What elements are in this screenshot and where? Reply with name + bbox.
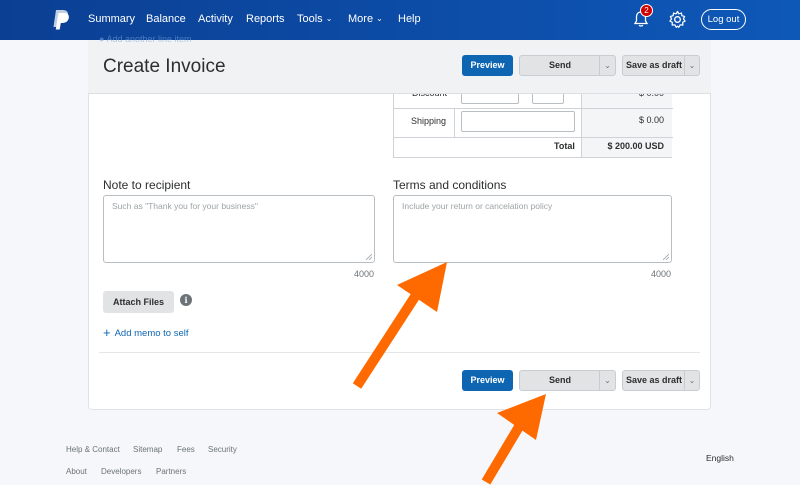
chevron-down-icon[interactable]: ⌄ bbox=[599, 371, 615, 390]
row-divider bbox=[582, 137, 673, 138]
language-selector[interactable]: English bbox=[706, 453, 734, 463]
footer-link-partners[interactable]: Partners bbox=[156, 467, 186, 476]
row-divider bbox=[394, 137, 581, 138]
add-line-item-link[interactable]: ● Add another line item bbox=[99, 34, 192, 44]
attach-files-button[interactable]: Attach Files bbox=[103, 291, 174, 313]
add-memo-link[interactable]: + Add memo to self bbox=[103, 325, 189, 340]
bottom-preview-button[interactable]: Preview bbox=[462, 370, 513, 391]
footer-link-about[interactable]: About bbox=[66, 467, 87, 476]
terms-placeholder: Include your return or cancelation polic… bbox=[402, 201, 553, 211]
nav-help[interactable]: Help bbox=[398, 13, 421, 25]
nav-activity[interactable]: Activity bbox=[198, 13, 233, 25]
bottom-save-draft-button[interactable]: Save as draft ⌄ bbox=[622, 370, 700, 391]
total-label: Total bbox=[554, 141, 575, 151]
chevron-down-icon[interactable]: ⌄ bbox=[599, 56, 615, 75]
nav-tools[interactable]: Tools ⌄ bbox=[297, 13, 332, 25]
save-draft-label: Save as draft bbox=[625, 60, 683, 70]
shipping-input[interactable] bbox=[461, 111, 575, 132]
nav-reports[interactable]: Reports bbox=[246, 13, 285, 25]
row-divider bbox=[394, 108, 581, 109]
note-placeholder: Such as "Thank you for your business" bbox=[112, 201, 258, 211]
footer-link-sitemap[interactable]: Sitemap bbox=[133, 445, 162, 454]
footer-link-help[interactable]: Help & Contact bbox=[66, 445, 120, 454]
preview-button[interactable]: Preview bbox=[462, 55, 513, 76]
totals-labels-column: Discount Shipping Total bbox=[394, 86, 581, 157]
send-button[interactable]: Send ⌄ bbox=[519, 55, 616, 76]
chevron-down-icon: ⌄ bbox=[325, 14, 333, 23]
notification-badge: 2 bbox=[640, 4, 653, 17]
nav-more-label: More bbox=[348, 13, 374, 25]
footer-link-fees[interactable]: Fees bbox=[177, 445, 195, 454]
gear-icon[interactable] bbox=[668, 10, 687, 29]
totals-values-column: $ 0.00 $ 0.00 $ 200.00 USD bbox=[581, 88, 673, 157]
bottom-save-draft-label: Save as draft bbox=[625, 375, 683, 385]
shipping-value: $ 0.00 bbox=[638, 115, 664, 125]
footer-link-developers[interactable]: Developers bbox=[101, 467, 141, 476]
send-button-label: Send bbox=[548, 60, 571, 70]
terms-textarea[interactable]: Include your return or cancelation polic… bbox=[393, 195, 672, 263]
page-title: Create Invoice bbox=[103, 56, 226, 77]
paypal-logo[interactable] bbox=[52, 9, 70, 31]
terms-label: Terms and conditions bbox=[393, 178, 507, 192]
resize-handle-icon[interactable] bbox=[663, 254, 669, 260]
nav-more[interactable]: More ⌄ bbox=[348, 13, 383, 25]
row-divider bbox=[582, 108, 673, 109]
nav-tools-label: Tools bbox=[297, 13, 323, 25]
nav-summary[interactable]: Summary bbox=[88, 13, 135, 25]
chevron-down-icon[interactable]: ⌄ bbox=[684, 56, 699, 75]
add-memo-label: Add memo to self bbox=[114, 328, 189, 339]
nav-balance[interactable]: Balance bbox=[146, 13, 186, 25]
logout-button[interactable]: Log out bbox=[701, 9, 746, 30]
terms-counter: 4000 bbox=[651, 269, 672, 279]
totals-table: Discount Shipping Total $ 0.00 $ 0.00 $ … bbox=[393, 86, 673, 158]
info-icon[interactable]: i bbox=[180, 294, 192, 306]
resize-handle-icon[interactable] bbox=[366, 254, 372, 260]
note-textarea[interactable]: Such as "Thank you for your business" bbox=[103, 195, 375, 263]
footer-link-security[interactable]: Security bbox=[208, 445, 237, 454]
shipping-label: Shipping bbox=[411, 116, 447, 126]
note-label: Note to recipient bbox=[103, 178, 191, 192]
column-divider bbox=[454, 108, 455, 138]
add-line-item-label: Add another line item bbox=[106, 34, 192, 44]
bottom-send-button[interactable]: Send ⌄ bbox=[519, 370, 616, 391]
note-counter: 4000 bbox=[354, 269, 375, 279]
chevron-down-icon: ⌄ bbox=[376, 14, 383, 23]
save-draft-button[interactable]: Save as draft ⌄ bbox=[622, 55, 700, 76]
divider bbox=[99, 352, 700, 353]
total-value: $ 200.00 USD bbox=[607, 141, 664, 151]
plus-icon: + bbox=[103, 325, 111, 340]
chevron-down-icon[interactable]: ⌄ bbox=[684, 371, 699, 390]
bottom-send-label: Send bbox=[548, 375, 571, 385]
